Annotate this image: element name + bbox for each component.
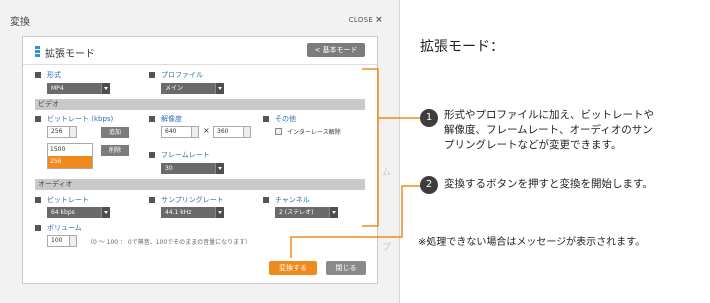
step-1-line: 解像度、フレームレート、オーディオのサン (444, 124, 653, 136)
bracket-line (362, 68, 379, 227)
step-1-badge: 1 (420, 109, 438, 127)
step-1-line: プリングレートなどが変更できます。 (444, 139, 622, 151)
step-2-text: 変換するボタンを押すと変換を開始します。 (444, 178, 653, 190)
step-1-text: 形式やプロファイルに加え、ビットレートや 解像度、フレームレート、オーディオのサ… (444, 108, 654, 153)
explanation-title: 拡張モード： (420, 39, 504, 55)
connector-line (290, 185, 424, 258)
step-1-line: 形式やプロファイルに加え、ビットレートや (444, 109, 654, 121)
footnote: ※処理できない場合はメッセージが表示されます。 (418, 237, 646, 248)
step-2-badge: 2 (420, 176, 438, 194)
